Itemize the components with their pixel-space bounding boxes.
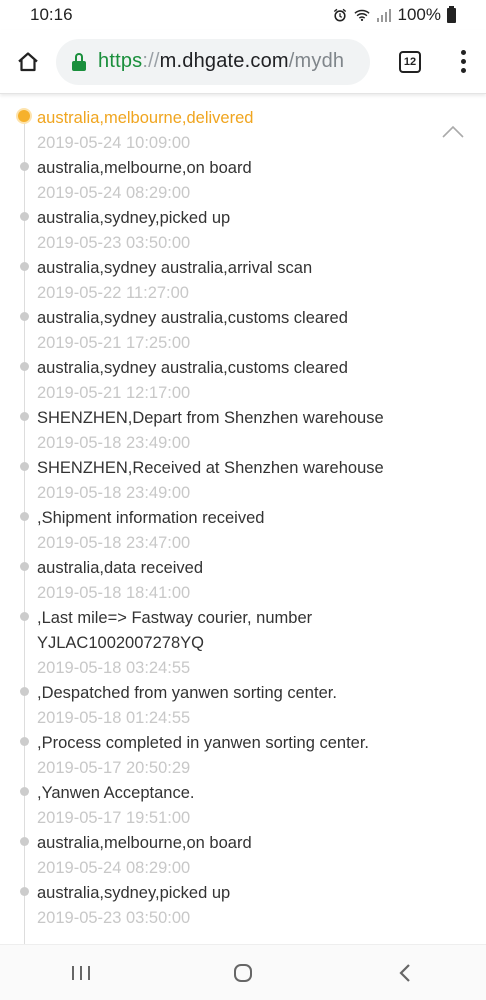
event-timestamp: 2019-05-23 03:50:00 <box>37 234 191 252</box>
tracking-event: australia,melbourne,on board 2019-05-24 0… <box>0 156 486 206</box>
event-timestamp: 2019-05-17 19:51:00 <box>37 809 191 827</box>
status-time: 10:16 <box>30 5 73 24</box>
address-bar[interactable]: https://m.dhgate.com/mydh <box>56 38 370 85</box>
timeline-dot-icon <box>20 687 29 696</box>
timeline-dot-icon <box>20 737 29 746</box>
tab-count: 12 <box>399 50 421 73</box>
event-description: australia,sydney,picked up <box>37 209 231 227</box>
event-description: SHENZHEN,Received at Shenzhen warehouse <box>37 459 384 477</box>
tracking-event: australia,melbourne,on board 2019-05-24 0… <box>0 831 486 881</box>
event-description: ,Process completed in yanwen sorting cen… <box>37 734 370 752</box>
event-timestamp: 2019-05-18 23:49:00 <box>37 434 191 452</box>
event-timestamp: 2019-05-24 08:29:00 <box>37 184 191 202</box>
tracking-event: ,Process completed in yanwen sorting cen… <box>0 731 486 781</box>
browser-toolbar: https://m.dhgate.com/mydh 12 <box>0 30 486 94</box>
event-description: australia,melbourne,on board <box>37 834 252 852</box>
event-timestamp: 2019-05-21 12:17:00 <box>37 384 191 402</box>
status-icons: 100% <box>332 5 456 25</box>
url-host: m.dhgate.com <box>159 50 289 72</box>
timeline-dot-icon <box>20 562 29 571</box>
tracking-event: ,Despatched from yanwen sorting center. 2… <box>0 681 486 731</box>
recent-apps-button[interactable] <box>51 945 111 1000</box>
timeline-dot-icon <box>20 462 29 471</box>
event-timestamp: 2019-05-24 10:09:00 <box>37 134 191 152</box>
event-description: australia,sydney australia,customs clear… <box>37 309 348 327</box>
dot-icon <box>460 68 466 73</box>
event-timestamp: 2019-05-21 17:25:00 <box>37 334 191 352</box>
tab-switcher-button[interactable]: 12 <box>380 30 440 94</box>
event-timestamp: 2019-05-18 03:24:55 <box>37 659 191 677</box>
event-description: ,Shipment information received <box>37 509 265 527</box>
tracking-event-list: australia,melbourne,delivered 2019-05-24 … <box>0 106 486 931</box>
timeline-dot-icon <box>20 412 29 421</box>
timeline-dot-icon <box>20 312 29 321</box>
battery-percent: 100% <box>397 5 441 24</box>
tracking-event: australia,data received 2019-05-18 18:41:… <box>0 556 486 606</box>
tracking-event: australia,sydney australia,customs clear… <box>0 306 486 356</box>
event-description: australia,melbourne,delivered <box>37 109 254 127</box>
event-description: SHENZHEN,Depart from Shenzhen warehouse <box>37 409 384 427</box>
status-bar: 10:16 100% <box>0 0 486 30</box>
event-timestamp: 2019-05-18 01:24:55 <box>37 709 191 727</box>
system-nav-bar <box>0 944 486 1000</box>
home-nav-button[interactable] <box>213 945 273 1000</box>
event-description: australia,melbourne,on board <box>37 159 252 177</box>
tracking-panel: australia,melbourne,delivered 2019-05-24 … <box>0 96 486 944</box>
event-description: ,Yanwen Acceptance. <box>37 784 195 802</box>
timeline-dot-icon <box>20 212 29 221</box>
timeline-dot-icon <box>20 612 29 621</box>
event-timestamp: 2019-05-23 03:50:00 <box>37 909 191 927</box>
event-description: australia,sydney,picked up <box>37 884 231 902</box>
event-description: australia,data received <box>37 559 204 577</box>
event-timestamp: 2019-05-17 20:50:29 <box>37 759 191 777</box>
timeline-dot-icon <box>20 512 29 521</box>
tracking-event: australia,sydney,picked up 2019-05-23 03:… <box>0 206 486 256</box>
tracking-event: ,Shipment information received 2019-05-18… <box>0 506 486 556</box>
tracking-event: australia,sydney australia,arrival scan 2… <box>0 256 486 306</box>
timeline-dot-icon <box>20 837 29 846</box>
event-description: ,Despatched from yanwen sorting center. <box>37 684 337 702</box>
event-timestamp: 2019-05-22 11:27:00 <box>37 284 189 302</box>
timeline-dot-icon <box>20 262 29 271</box>
tracking-event: ,Yanwen Acceptance. 2019-05-17 19:51:00 <box>0 781 486 831</box>
url-text: https://m.dhgate.com/mydh <box>98 50 344 73</box>
event-timestamp: 2019-05-24 08:29:00 <box>37 859 191 877</box>
tracking-event: SHENZHEN,Received at Shenzhen warehouse 2… <box>0 456 486 506</box>
tracking-event: ,Last mile=> Fastway courier, number YJL… <box>0 606 486 681</box>
current-status-dot-icon <box>18 110 30 122</box>
home-button[interactable] <box>0 30 56 94</box>
wifi-icon <box>353 9 370 22</box>
back-button[interactable] <box>375 945 435 1000</box>
tracking-event: SHENZHEN,Depart from Shenzhen warehouse 2… <box>0 406 486 456</box>
event-timestamp: 2019-05-18 23:47:00 <box>37 534 191 552</box>
url-path: /mydh <box>288 50 345 72</box>
event-description: ,Last mile=> Fastway courier, number YJL… <box>37 609 313 652</box>
tracking-event: australia,sydney,picked up 2019-05-23 03:… <box>0 881 486 931</box>
timeline-dot-icon <box>20 887 29 896</box>
lock-icon <box>72 52 86 71</box>
event-description: australia,sydney australia,arrival scan <box>37 259 313 277</box>
event-timestamp: 2019-05-18 23:49:00 <box>37 484 191 502</box>
event-description: australia,sydney australia,customs clear… <box>37 359 348 377</box>
overflow-menu-button[interactable] <box>440 30 486 94</box>
signal-icon <box>376 9 391 22</box>
event-timestamp: 2019-05-18 18:41:00 <box>37 584 191 602</box>
dot-icon <box>460 59 466 64</box>
home-icon <box>234 963 252 982</box>
recent-apps-icon <box>72 965 90 980</box>
tracking-event: australia,sydney australia,customs clear… <box>0 356 486 406</box>
timeline-dot-icon <box>20 787 29 796</box>
home-icon <box>18 51 38 71</box>
dot-icon <box>460 50 466 55</box>
url-scheme: https <box>98 50 143 72</box>
alarm-icon <box>333 8 346 22</box>
timeline-dot-icon <box>20 162 29 171</box>
timeline-dot-icon <box>20 362 29 371</box>
battery-icon <box>447 5 456 23</box>
tracking-event-current: australia,melbourne,delivered 2019-05-24 … <box>0 106 486 156</box>
url-separator: :// <box>142 50 160 72</box>
back-icon <box>399 963 410 982</box>
